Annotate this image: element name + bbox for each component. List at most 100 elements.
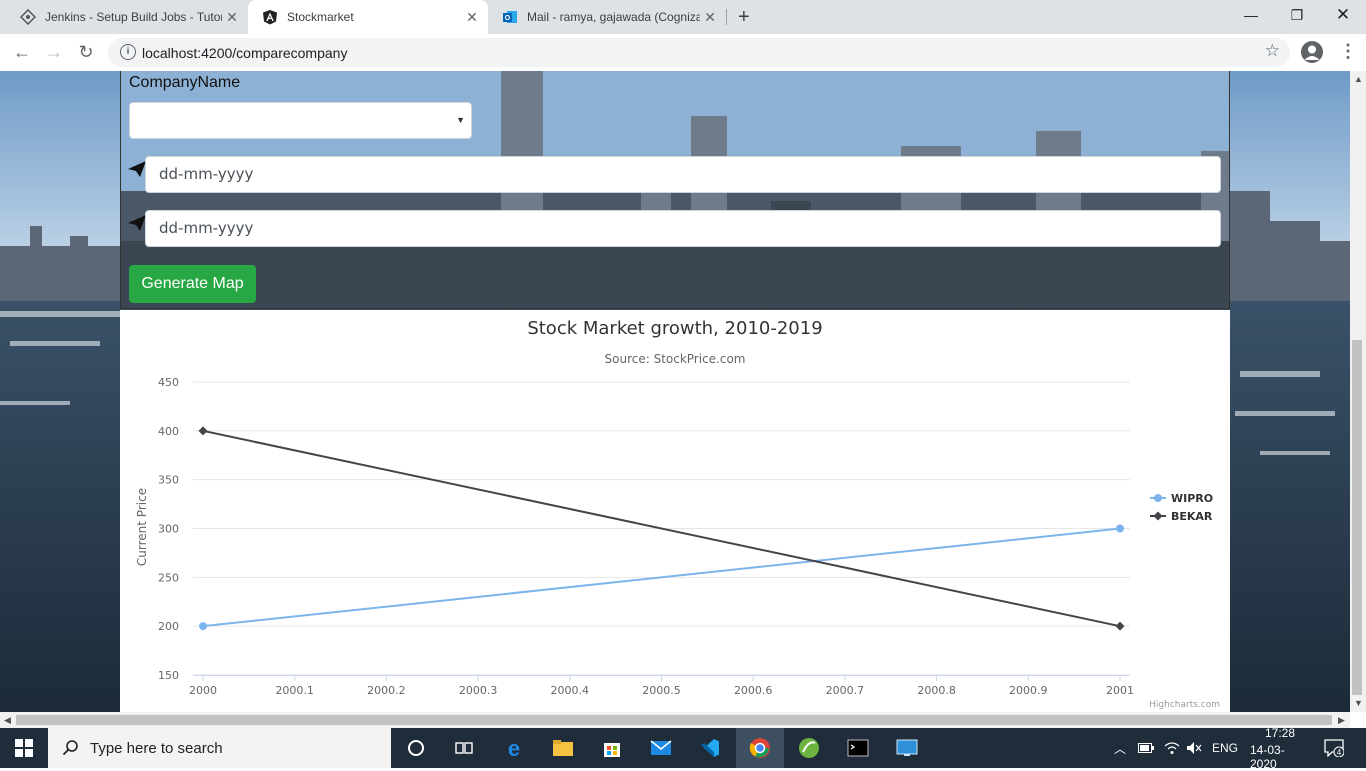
notification-count: 4: [1337, 748, 1342, 757]
store-icon[interactable]: [588, 728, 636, 768]
profile-avatar-icon[interactable]: [1301, 41, 1323, 63]
spring-tool-icon[interactable]: [785, 728, 833, 768]
windows-taskbar: Type here to search e ︿ ENG 17:28 14-03-…: [0, 725, 1366, 771]
horizontal-scroll-thumb[interactable]: [16, 715, 1332, 725]
clock[interactable]: 17:28 14-03-2020: [1250, 725, 1310, 771]
x-tick-label: 2000: [189, 684, 217, 697]
forward-arrow-icon[interactable]: →: [42, 40, 66, 64]
minimize-button[interactable]: —: [1228, 0, 1274, 30]
close-icon[interactable]: ✕: [222, 9, 242, 26]
file-explorer-icon[interactable]: [539, 728, 587, 768]
search-icon: [62, 740, 78, 756]
tab-title: Jenkins - Setup Build Jobs - Tutor: [45, 10, 222, 24]
legend-marker: [1154, 494, 1162, 502]
bookmark-star-icon[interactable]: ☆: [1265, 41, 1280, 61]
scroll-left-arrow-icon[interactable]: ◀: [4, 715, 11, 726]
scroll-down-arrow-icon[interactable]: ▼: [1354, 698, 1363, 708]
svg-text:O: O: [505, 15, 511, 22]
end-date-input[interactable]: dd-mm-yyyy: [145, 210, 1221, 247]
restore-button[interactable]: ❐: [1274, 0, 1320, 30]
tab-mail[interactable]: O Mail - ramya, gajawada (Cognizan ✕: [488, 0, 726, 34]
scroll-up-arrow-icon[interactable]: ▲: [1354, 74, 1363, 84]
scroll-right-arrow-icon[interactable]: ▶: [1338, 715, 1345, 726]
reload-icon[interactable]: ↻: [74, 40, 98, 64]
y-tick-label: 350: [158, 474, 179, 487]
x-tick-label: 2000.1: [275, 684, 314, 697]
command-prompt-icon[interactable]: [834, 728, 882, 768]
close-icon[interactable]: ✕: [700, 9, 720, 26]
info-icon[interactable]: i: [120, 44, 136, 60]
page-viewport: CompanyName ▼ dd-mm-yyyy dd-mm-yyyy Gene…: [0, 71, 1350, 712]
address-bar[interactable]: i localhost:4200/comparecompany ☆: [108, 38, 1290, 67]
x-tick-label: 2000.9: [1009, 684, 1048, 697]
chrome-icon[interactable]: [736, 728, 784, 768]
generate-map-button[interactable]: Generate Map: [129, 265, 256, 303]
x-tick-label: 2000.7: [826, 684, 865, 697]
edge-browser-icon[interactable]: e: [490, 728, 538, 768]
legend-marker: [1153, 511, 1163, 521]
x-tick-label: 2000.8: [917, 684, 956, 697]
chart-title: Stock Market growth, 2010-2019: [527, 318, 822, 339]
tab-strip: Jenkins - Setup Build Jobs - Tutor ✕ Sto…: [0, 0, 1366, 34]
show-hidden-icons-chevron[interactable]: ︿: [1114, 728, 1126, 768]
y-tick-label: 450: [158, 376, 179, 389]
tab-jenkins[interactable]: Jenkins - Setup Build Jobs - Tutor ✕: [6, 0, 248, 34]
chart-container: Stock Market growth, 2010-2019 Source: S…: [120, 310, 1230, 712]
vertical-scroll-thumb[interactable]: [1352, 340, 1362, 695]
company-select[interactable]: ▼: [129, 102, 472, 139]
data-point: [1116, 524, 1124, 533]
paper-plane-icon: [128, 215, 146, 231]
data-point: [198, 426, 208, 436]
legend-label: BEKAR: [1171, 510, 1213, 523]
new-tab-button[interactable]: +: [738, 6, 750, 29]
y-axis-label: Current Price: [135, 488, 149, 566]
url-text: localhost:4200/comparecompany: [142, 45, 348, 61]
clock-time: 17:28: [1264, 725, 1296, 740]
y-tick-label: 300: [158, 523, 179, 536]
close-icon[interactable]: ✕: [462, 9, 482, 26]
tab-stockmarket[interactable]: Stockmarket ✕: [248, 0, 488, 34]
browser-toolbar: ← → ↻ i localhost:4200/comparecompany ☆: [0, 34, 1366, 72]
remote-desktop-icon[interactable]: [883, 728, 931, 768]
x-tick-label: 2000.6: [734, 684, 773, 697]
tab-title: Mail - ramya, gajawada (Cognizan: [527, 10, 700, 24]
battery-icon[interactable]: [1138, 728, 1154, 768]
vscode-icon[interactable]: [686, 728, 734, 768]
browser-menu-icon[interactable]: ⋮: [1339, 41, 1357, 62]
tab-separator: [726, 9, 727, 25]
x-tick-label: 2000.4: [551, 684, 590, 697]
tab-title: Stockmarket: [287, 10, 354, 24]
language-indicator[interactable]: ENG: [1212, 728, 1238, 768]
task-view-icon[interactable]: [440, 728, 488, 768]
x-tick-label: 2000.3: [459, 684, 498, 697]
horizontal-scrollbar[interactable]: ◀ ▶: [0, 712, 1350, 728]
y-tick-label: 400: [158, 425, 179, 438]
close-window-button[interactable]: ✕: [1320, 0, 1366, 30]
svg-text:e: e: [508, 737, 520, 759]
back-arrow-icon[interactable]: ←: [10, 40, 34, 64]
windows-start-icon[interactable]: [0, 728, 48, 768]
data-point: [199, 622, 207, 631]
volume-muted-icon[interactable]: [1186, 728, 1202, 768]
paper-plane-icon: [128, 161, 146, 177]
start-date-input[interactable]: dd-mm-yyyy: [145, 156, 1221, 193]
wifi-icon[interactable]: [1164, 728, 1180, 768]
outlook-icon: O: [503, 11, 517, 23]
chevron-down-icon: ▼: [456, 115, 465, 125]
notification-center-icon[interactable]: 4: [1324, 728, 1344, 768]
clock-date: 14-03-2020: [1250, 742, 1285, 771]
chart-credits[interactable]: Highcharts.com: [1149, 700, 1220, 710]
cortana-icon[interactable]: [392, 728, 440, 768]
legend-label: WIPRO: [1171, 492, 1213, 505]
chart-subtitle: Source: StockPrice.com: [605, 352, 746, 366]
company-name-label: CompanyName: [129, 74, 241, 91]
x-tick-label: 2000.2: [367, 684, 406, 697]
x-tick-label: 2000.5: [642, 684, 681, 697]
data-point: [1115, 621, 1125, 631]
y-tick-label: 150: [158, 669, 179, 682]
y-tick-label: 200: [158, 620, 179, 633]
mail-icon[interactable]: [637, 728, 685, 768]
line-chart: Stock Market growth, 2010-2019 Source: S…: [135, 318, 1220, 710]
taskbar-search-box[interactable]: Type here to search: [48, 728, 391, 768]
vertical-scrollbar[interactable]: ▲ ▼: [1350, 71, 1366, 712]
